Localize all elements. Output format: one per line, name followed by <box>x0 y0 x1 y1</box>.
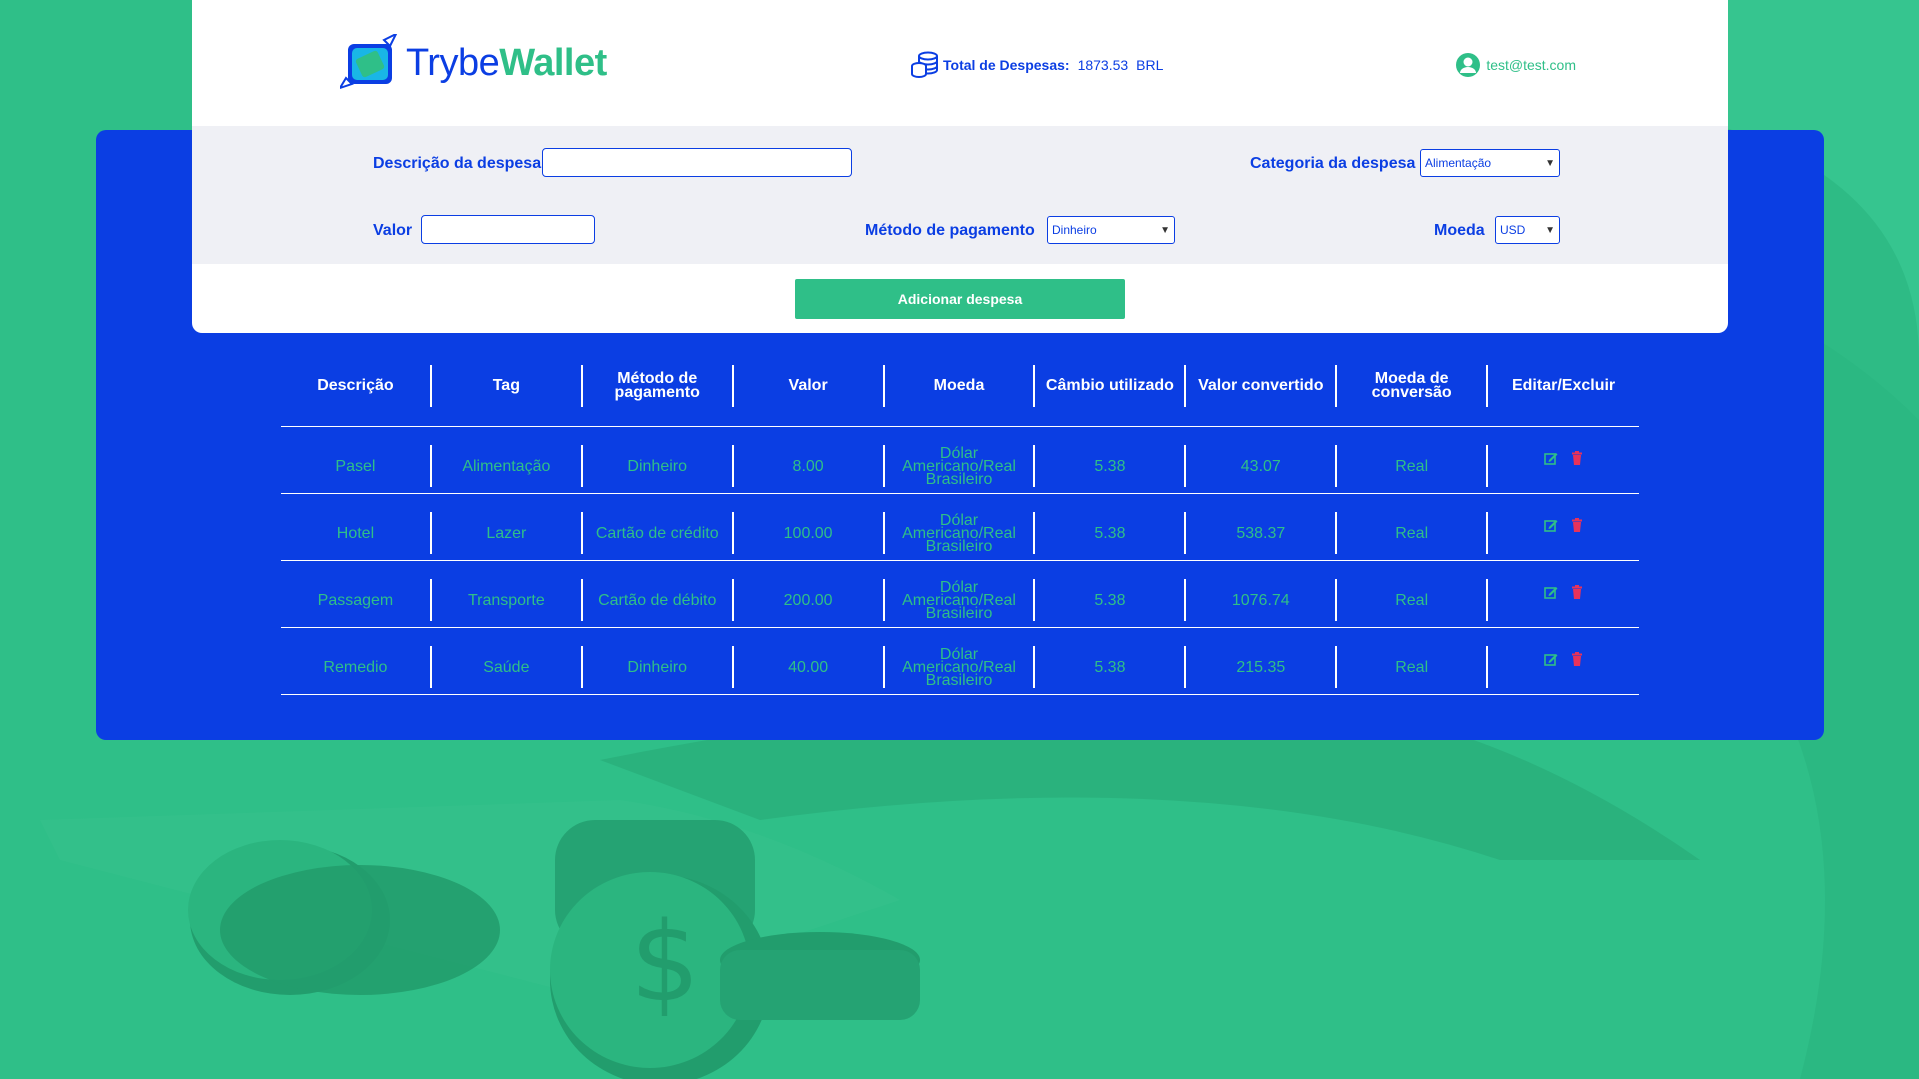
table-row: Remedio Saúde Dinheiro 40.00 Dólar Ameri… <box>281 628 1639 695</box>
edit-icon[interactable] <box>1543 518 1558 532</box>
cell-actions <box>1488 579 1639 621</box>
chevron-down-icon: ▼ <box>1545 224 1555 236</box>
edit-icon[interactable] <box>1543 451 1558 465</box>
cell-currency: Dólar Americano/Real Brasileiro <box>885 512 1036 554</box>
cell-converted-value: 1076.74 <box>1186 579 1338 621</box>
table-header: Descrição Tag Método de pagamento Valor … <box>281 360 1639 427</box>
cell-tag: Saúde <box>432 646 583 688</box>
cell-payment-method: Cartão de débito <box>583 579 734 621</box>
currency-selected-value: USD <box>1500 223 1526 237</box>
cell-currency: Dólar Americano/Real Brasileiro <box>885 646 1036 688</box>
header-exchange-rate: Câmbio utilizado <box>1035 365 1187 407</box>
total-expenses: Total de Despesas: 1873.53 BRL <box>910 50 1163 80</box>
description-input[interactable] <box>542 148 852 177</box>
cell-converted-value: 43.07 <box>1186 445 1338 487</box>
cell-description: Remedio <box>281 646 432 688</box>
header-description: Descrição <box>281 365 432 407</box>
cell-exchange-rate: 5.38 <box>1035 445 1187 487</box>
cell-tag: Lazer <box>432 512 583 554</box>
trash-icon[interactable] <box>1570 585 1584 599</box>
svg-text:$: $ <box>630 898 700 1026</box>
cell-description: Hotel <box>281 512 432 554</box>
header-converted-value: Valor convertido <box>1186 365 1338 407</box>
cell-actions <box>1488 445 1639 487</box>
table-row: Passagem Transporte Cartão de débito 200… <box>281 561 1639 628</box>
description-label: Descrição da despesa <box>373 155 542 172</box>
cell-exchange-rate: 5.38 <box>1035 646 1187 688</box>
header-edit-delete: Editar/Excluir <box>1511 377 1616 394</box>
cell-payment-method: Dinheiro <box>583 445 734 487</box>
value-input[interactable] <box>421 215 595 244</box>
payment-method-selected-value: Dinheiro <box>1052 223 1097 237</box>
add-expense-button[interactable]: Adicionar despesa <box>795 279 1125 319</box>
cell-currency: Dólar Americano/Real Brasileiro <box>885 445 1036 487</box>
cell-tag: Transporte <box>432 579 583 621</box>
cell-conversion-currency: Real <box>1337 445 1489 487</box>
header: TrybeWallet Total de Despesas: 1873.53 B… <box>192 0 1728 126</box>
payment-method-label: Método de pagamento <box>865 222 1035 239</box>
table-row: Pasel Alimentação Dinheiro 8.00 Dólar Am… <box>281 427 1639 494</box>
cell-conversion-currency: Real <box>1337 579 1489 621</box>
user-avatar-icon <box>1456 53 1481 77</box>
total-value: 1873.53 <box>1077 57 1129 73</box>
cell-value: 8.00 <box>734 445 885 487</box>
cell-actions <box>1488 512 1639 554</box>
trash-icon[interactable] <box>1570 451 1584 465</box>
edit-icon[interactable] <box>1543 652 1558 666</box>
cell-exchange-rate: 5.38 <box>1035 512 1187 554</box>
cell-description: Pasel <box>281 445 432 487</box>
user-info: test@test.com <box>1455 52 1576 78</box>
expense-form: Descrição da despesa Categoria da despes… <box>192 126 1728 333</box>
category-label: Categoria da despesa <box>1250 155 1416 172</box>
cell-value: 40.00 <box>734 646 885 688</box>
cell-description: Passagem <box>281 579 432 621</box>
cell-tag: Alimentação <box>432 445 583 487</box>
cell-conversion-currency: Real <box>1337 512 1489 554</box>
total-currency: BRL <box>1136 57 1164 73</box>
trash-icon[interactable] <box>1570 652 1584 666</box>
edit-icon[interactable] <box>1543 585 1558 599</box>
cell-payment-method: Cartão de crédito <box>583 512 734 554</box>
currency-select[interactable]: USD ▼ <box>1495 216 1560 244</box>
table-row: Hotel Lazer Cartão de crédito 100.00 Dól… <box>281 494 1639 561</box>
header-tag: Tag <box>432 365 583 407</box>
cell-conversion-currency: Real <box>1337 646 1489 688</box>
coins-stack-icon <box>911 51 938 78</box>
cell-actions <box>1488 646 1639 688</box>
user-email: test@test.com <box>1486 57 1576 73</box>
category-select[interactable]: Alimentação ▼ <box>1420 149 1560 177</box>
header-currency: Moeda <box>885 365 1036 407</box>
app-logo: TrybeWallet <box>340 34 607 92</box>
cell-value: 200.00 <box>734 579 885 621</box>
header-value: Valor <box>734 365 885 407</box>
header-conversion-currency: Moeda de conversão <box>1337 365 1489 407</box>
chevron-down-icon: ▼ <box>1545 157 1555 169</box>
payment-method-select[interactable]: Dinheiro ▼ <box>1047 216 1175 244</box>
chevron-down-icon: ▼ <box>1160 224 1170 236</box>
header-payment-method: Método de pagamento <box>583 365 734 407</box>
trash-icon[interactable] <box>1570 518 1584 532</box>
cell-converted-value: 215.35 <box>1186 646 1338 688</box>
cell-exchange-rate: 5.38 <box>1035 579 1187 621</box>
logo-text-trybe: Trybe <box>406 41 500 84</box>
cell-value: 100.00 <box>734 512 885 554</box>
category-selected-value: Alimentação <box>1425 156 1492 170</box>
cell-payment-method: Dinheiro <box>583 646 734 688</box>
expenses-table: Descrição Tag Método de pagamento Valor … <box>281 360 1639 695</box>
cell-converted-value: 538.37 <box>1186 512 1338 554</box>
logo-text-wallet: Wallet <box>499 41 607 84</box>
wallet-logo-icon <box>340 34 398 90</box>
total-label: Total de Despesas: <box>943 57 1070 73</box>
currency-label: Moeda <box>1434 222 1485 239</box>
value-label: Valor <box>373 222 413 239</box>
cell-currency: Dólar Americano/Real Brasileiro <box>885 579 1036 621</box>
